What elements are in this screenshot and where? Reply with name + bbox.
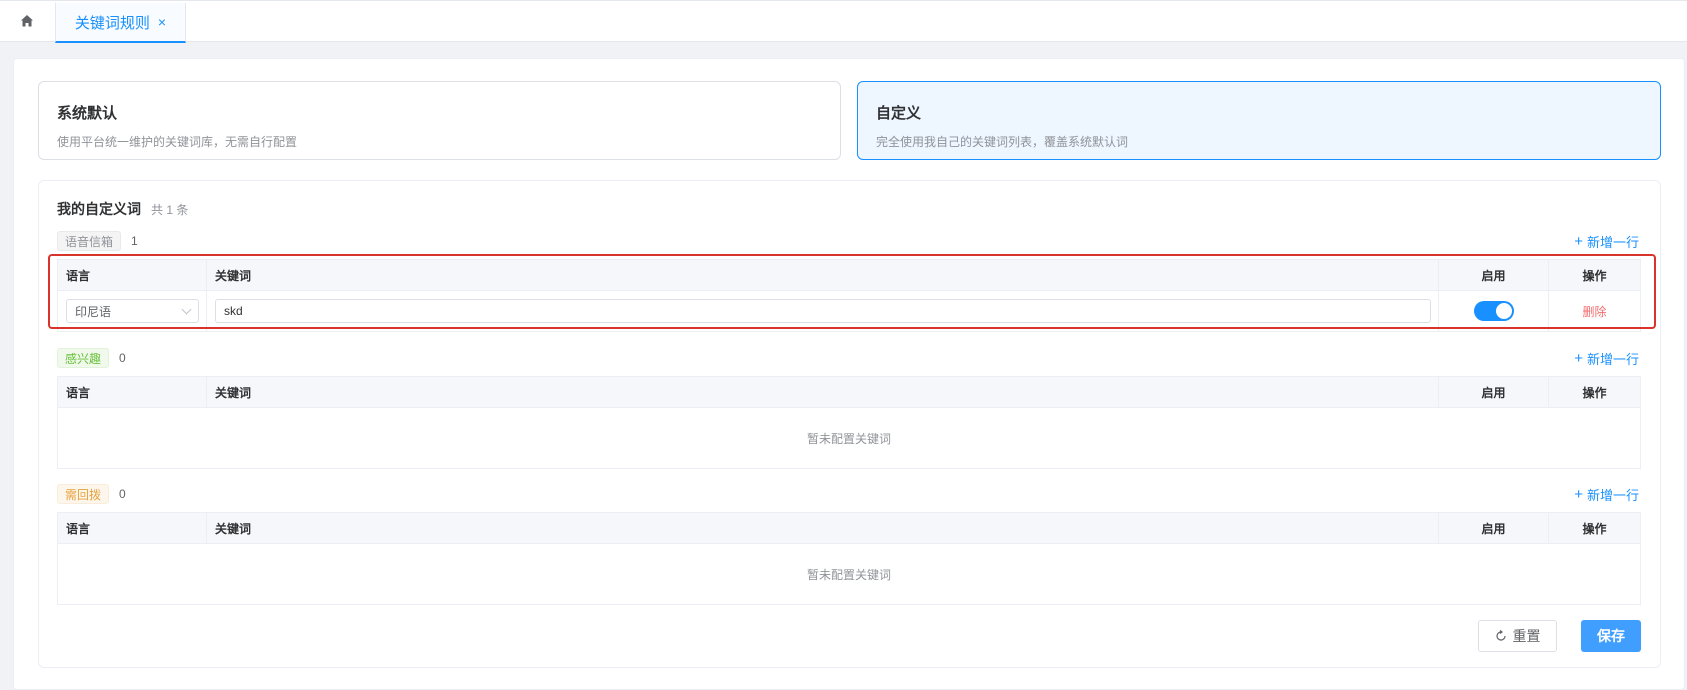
- col-action: 操作: [1582, 268, 1607, 283]
- keyword-input[interactable]: [215, 299, 1431, 323]
- group-count: 0: [119, 487, 126, 501]
- reset-button[interactable]: 重置: [1478, 620, 1557, 652]
- col-lang: 语言: [58, 377, 207, 407]
- enabled-toggle[interactable]: [1473, 301, 1514, 321]
- list-header: 我的自定义词 共 1 条: [57, 199, 188, 219]
- mode-title: 系统默认: [57, 105, 118, 122]
- group-count: 1: [131, 234, 138, 248]
- plus-icon: +: [1574, 486, 1583, 503]
- add-row-label: 新增一行: [1586, 488, 1639, 503]
- home-tab[interactable]: [12, 9, 42, 33]
- list-title: 我的自定义词: [57, 201, 141, 217]
- close-icon[interactable]: ×: [158, 14, 166, 30]
- group-header-voicemail: 语音信箱 1: [57, 231, 138, 251]
- keyword-table-voicemail: 语言 关键词 启用 操作 印尼语 删除: [57, 259, 1641, 332]
- keyword-table-callback: 语言 关键词 启用 操作 暂未配置关键词: [57, 512, 1641, 605]
- chevron-down-icon: [181, 304, 192, 314]
- cell-action: 删除: [1549, 291, 1640, 331]
- col-keyword: 关键词: [207, 513, 1439, 543]
- add-row-button[interactable]: + 新增一行: [1574, 349, 1639, 368]
- cell-lang: 印尼语: [58, 291, 207, 331]
- keyword-table-interested: 语言 关键词 启用 操作 暂未配置关键词: [57, 376, 1641, 469]
- empty-text: 暂未配置关键词: [806, 431, 891, 446]
- save-button[interactable]: 保存: [1581, 620, 1641, 652]
- reset-label: 重置: [1512, 628, 1541, 644]
- list-count: 共 1 条: [151, 203, 189, 217]
- group-tag: 语音信箱: [57, 231, 122, 251]
- col-keyword: 关键词: [207, 260, 1439, 290]
- group-header-interested: 感兴趣 0: [57, 348, 126, 368]
- col-enabled: 启用: [1439, 260, 1549, 290]
- group-count: 0: [119, 351, 126, 365]
- mode-card-system[interactable]: 系统默认 使用平台统一维护的关键词库，无需自行配置: [38, 81, 841, 160]
- col-enabled: 启用: [1439, 513, 1549, 543]
- cell-keyword: [207, 291, 1439, 331]
- tab-bar: 关键词规则 ×: [0, 0, 1687, 43]
- add-row-button[interactable]: + 新增一行: [1574, 485, 1639, 504]
- table-header: 语言 关键词 启用 操作: [58, 260, 1640, 291]
- delete-button[interactable]: 删除: [1582, 303, 1606, 320]
- add-row-label: 新增一行: [1586, 235, 1639, 250]
- add-row-label: 新增一行: [1586, 352, 1639, 367]
- group-tag: 感兴趣: [57, 348, 110, 368]
- tab-keyword-rules[interactable]: 关键词规则 ×: [55, 3, 186, 43]
- home-icon: [21, 15, 33, 27]
- refresh-icon: [1495, 630, 1506, 641]
- mode-desc: 使用平台统一维护的关键词库，无需自行配置: [57, 135, 298, 149]
- mode-desc: 完全使用我自己的关键词列表，覆盖系统默认词: [876, 135, 1129, 149]
- language-select[interactable]: 印尼语: [66, 299, 199, 323]
- table-row: 印尼语 删除: [58, 291, 1640, 331]
- language-value: 印尼语: [75, 304, 112, 319]
- group-tag: 需回拨: [57, 484, 110, 504]
- col-enabled: 启用: [1439, 377, 1549, 407]
- col-lang: 语言: [58, 513, 207, 543]
- col-action: 操作: [1582, 385, 1607, 400]
- cell-enabled: [1439, 291, 1549, 331]
- table-header: 语言 关键词 启用 操作: [58, 513, 1640, 544]
- mode-title: 自定义: [876, 105, 922, 122]
- tab-label: 关键词规则: [74, 14, 150, 32]
- mode-card-custom[interactable]: 自定义 完全使用我自己的关键词列表，覆盖系统默认词: [857, 81, 1661, 160]
- toggle-knob: [1495, 303, 1512, 319]
- plus-icon: +: [1574, 233, 1583, 250]
- col-lang: 语言: [58, 260, 207, 290]
- empty-text: 暂未配置关键词: [806, 567, 891, 582]
- col-action: 操作: [1582, 521, 1607, 536]
- plus-icon: +: [1574, 350, 1583, 367]
- add-row-button[interactable]: + 新增一行: [1574, 232, 1639, 251]
- col-keyword: 关键词: [207, 377, 1439, 407]
- group-header-callback: 需回拨 0: [57, 484, 126, 504]
- table-header: 语言 关键词 启用 操作: [58, 377, 1640, 408]
